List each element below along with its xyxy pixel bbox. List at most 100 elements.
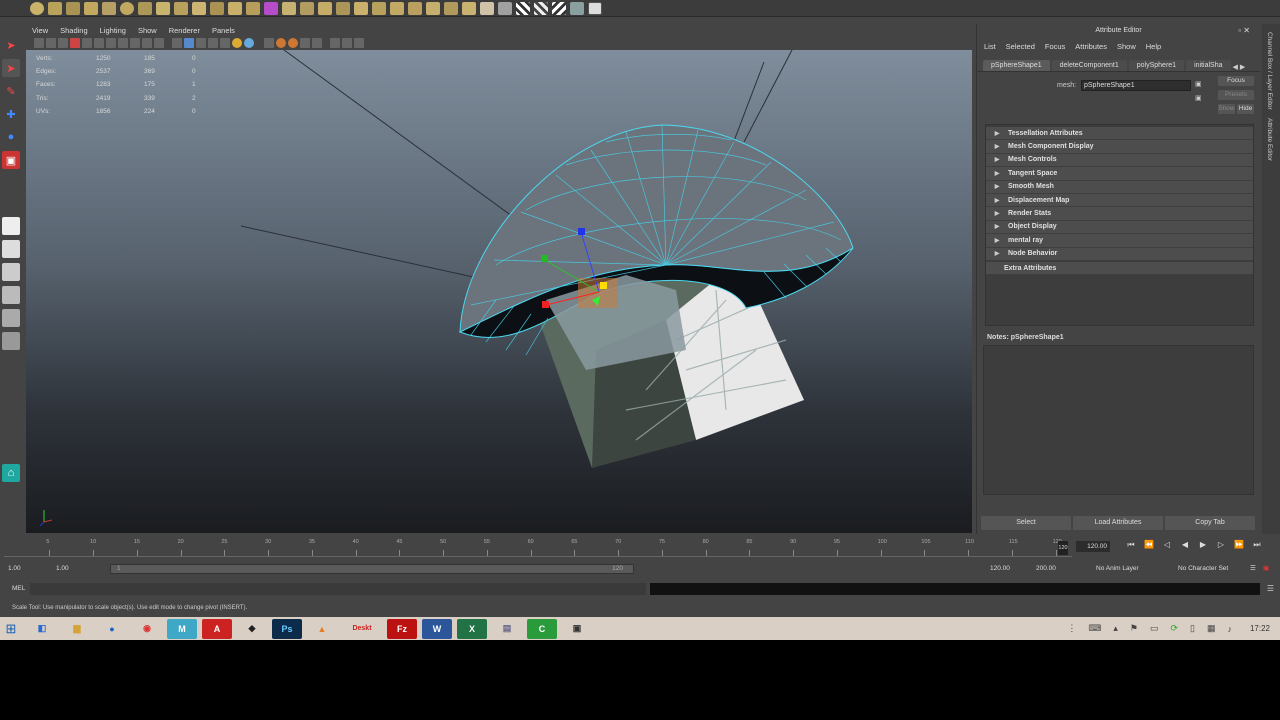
uv-icon[interactable] — [480, 1, 494, 15]
film-gate-icon[interactable] — [94, 38, 104, 48]
pyramid-icon[interactable] — [174, 1, 188, 15]
pipe-icon[interactable] — [138, 1, 152, 15]
keyboard-icon[interactable]: ⌨ — [1088, 623, 1101, 634]
time-slider[interactable]: 5 10 15 20 25 30 35 40 45 50 55 60 65 70 75 80 85 90 95 100… — [0, 535, 1280, 561]
step-back-key-icon[interactable]: ⏪ — [1144, 540, 1154, 550]
section-mesh-component-display[interactable]: ▶ Mesh Component Display — [986, 140, 1253, 154]
step-forward-frame-icon[interactable]: ▷ — [1216, 540, 1226, 550]
close-icon[interactable]: ▫ ✕ — [1238, 24, 1250, 38]
rotate-tool-icon[interactable]: ● — [2, 128, 20, 146]
end-time-field[interactable]: 200.00 — [1036, 564, 1056, 574]
section-node-behavior[interactable]: ▶ Node Behavior — [986, 247, 1253, 261]
tab-polysphere1[interactable]: polySphere1 — [1128, 60, 1185, 71]
soccer-ball-icon[interactable] — [210, 1, 224, 15]
ambient-occlusion-icon[interactable] — [276, 38, 286, 48]
cube-icon[interactable] — [48, 1, 62, 15]
wireframe-on-shaded-icon[interactable] — [196, 38, 206, 48]
section-mesh-controls[interactable]: ▶ Mesh Controls — [986, 153, 1253, 168]
uv-editor-icon[interactable] — [498, 1, 512, 15]
ae-menu-list[interactable]: List — [984, 42, 996, 51]
maya-app-icon[interactable]: M — [167, 618, 197, 639]
go-to-start-icon[interactable]: ⏮ — [1126, 540, 1136, 550]
close-uv-icon[interactable] — [588, 1, 602, 15]
show-button[interactable]: Show — [1218, 104, 1235, 114]
paint-select-tool-icon[interactable]: ✎ — [2, 82, 20, 100]
window-app-icon[interactable]: ▣ — [562, 619, 592, 639]
playback-end-field[interactable]: 120.00 — [990, 564, 1010, 574]
section-render-stats[interactable]: ▶ Render Stats — [986, 207, 1253, 221]
camtasia-app-icon[interactable]: C — [527, 618, 557, 639]
checker-icon[interactable] — [534, 1, 548, 15]
cone-icon[interactable] — [84, 1, 98, 15]
smooth-icon[interactable] — [408, 1, 422, 15]
checker-icon[interactable] — [516, 1, 530, 15]
helix-icon[interactable] — [192, 1, 206, 15]
cylinder-icon[interactable] — [66, 1, 80, 15]
side-tab-channel-box[interactable]: Channel Box / Layer Editor — [1266, 32, 1273, 110]
viewport-menu-panels[interactable]: Panels — [212, 26, 235, 35]
graph-layout-icon[interactable] — [2, 309, 20, 327]
viewport-menu-renderer[interactable]: Renderer — [169, 26, 200, 35]
hypershade-layout-icon[interactable] — [2, 332, 20, 350]
section-mental-ray[interactable]: ▶ mental ray — [986, 234, 1253, 248]
vlc-app-icon[interactable]: ▲ — [307, 619, 337, 639]
play-backwards-icon[interactable]: ◀ — [1180, 540, 1190, 550]
lasso-tool-icon[interactable]: ➤ — [2, 59, 20, 77]
volume-icon[interactable]: ♪ — [1227, 624, 1232, 634]
viewport-menu-show[interactable]: Show — [138, 26, 157, 35]
lights-icon[interactable] — [220, 38, 230, 48]
scene-render[interactable] — [26, 50, 972, 533]
expand-panel-icon[interactable] — [354, 38, 364, 48]
select-button[interactable]: Select — [981, 516, 1071, 530]
section-extra-attributes[interactable]: Extra Attributes — [986, 261, 1253, 276]
viewport-menu-lighting[interactable]: Lighting — [100, 26, 126, 35]
word-app-icon[interactable]: W — [422, 618, 452, 639]
modeling-toolkit-icon[interactable]: ⌂ — [2, 464, 20, 482]
safe-title-icon[interactable] — [154, 38, 164, 48]
ae-menu-help[interactable]: Help — [1146, 42, 1161, 51]
character-set-menu[interactable]: No Character Set — [1178, 564, 1228, 574]
focus-button[interactable]: Focus — [1218, 76, 1254, 86]
insert-loop-icon[interactable] — [462, 1, 476, 15]
flag-icon[interactable]: ⚑ — [1130, 623, 1138, 634]
camera-select-icon[interactable] — [34, 38, 44, 48]
excel-app-icon[interactable]: X — [457, 618, 487, 639]
ae-menu-show[interactable]: Show — [1117, 42, 1136, 51]
hide-button[interactable]: Hide — [1237, 104, 1254, 114]
separate-icon[interactable] — [246, 1, 260, 15]
combine-icon[interactable] — [228, 1, 242, 15]
chrome-app-icon[interactable]: ◉ — [132, 619, 162, 639]
viewport-menu-view[interactable]: View — [32, 26, 48, 35]
section-displacement-map[interactable]: ▶ Displacement Map — [986, 193, 1253, 208]
resolution-gate-icon[interactable] — [106, 38, 116, 48]
presets-button[interactable]: Presets — [1218, 90, 1254, 100]
panel-layout-icon[interactable] — [342, 38, 352, 48]
go-to-output-icon[interactable]: ▣ — [1195, 94, 1202, 102]
split-icon[interactable] — [372, 1, 386, 15]
torus-icon[interactable] — [120, 1, 134, 15]
scale-tool-icon[interactable]: ▣ — [2, 151, 20, 169]
step-forward-key-icon[interactable]: ⏩ — [1234, 540, 1244, 550]
plane-icon[interactable] — [102, 1, 116, 15]
photoshop-app-icon[interactable]: Ps — [272, 618, 302, 639]
bevel-icon[interactable] — [390, 1, 404, 15]
append-icon[interactable] — [318, 1, 332, 15]
smooth-shade-icon[interactable] — [184, 38, 194, 48]
section-tessellation-attributes[interactable]: ▶ Tessellation Attributes — [986, 127, 1253, 141]
extrude-icon[interactable] — [282, 1, 296, 15]
display-icon[interactable]: ▭ — [1150, 623, 1159, 634]
grid-icon[interactable] — [82, 38, 92, 48]
step-back-frame-icon[interactable]: ◁ — [1162, 540, 1172, 550]
side-tab-attribute-editor[interactable]: Attribute Editor — [1266, 118, 1273, 161]
sphere-icon[interactable] — [30, 1, 44, 15]
network-app-icon[interactable]: ▤ — [492, 619, 522, 639]
wireframe-icon[interactable] — [172, 38, 182, 48]
go-to-input-icon[interactable]: ▣ — [1195, 80, 1202, 88]
browser-app-icon[interactable]: ● — [97, 619, 127, 639]
tab-scroll-left-icon[interactable]: ◀ — [1233, 63, 1238, 71]
start-time-field[interactable]: 1.00 — [8, 564, 21, 574]
purple-node-icon[interactable] — [264, 1, 278, 15]
ae-menu-selected[interactable]: Selected — [1006, 42, 1035, 51]
camera-attributes-icon[interactable] — [46, 38, 56, 48]
hud-icon[interactable] — [330, 38, 340, 48]
